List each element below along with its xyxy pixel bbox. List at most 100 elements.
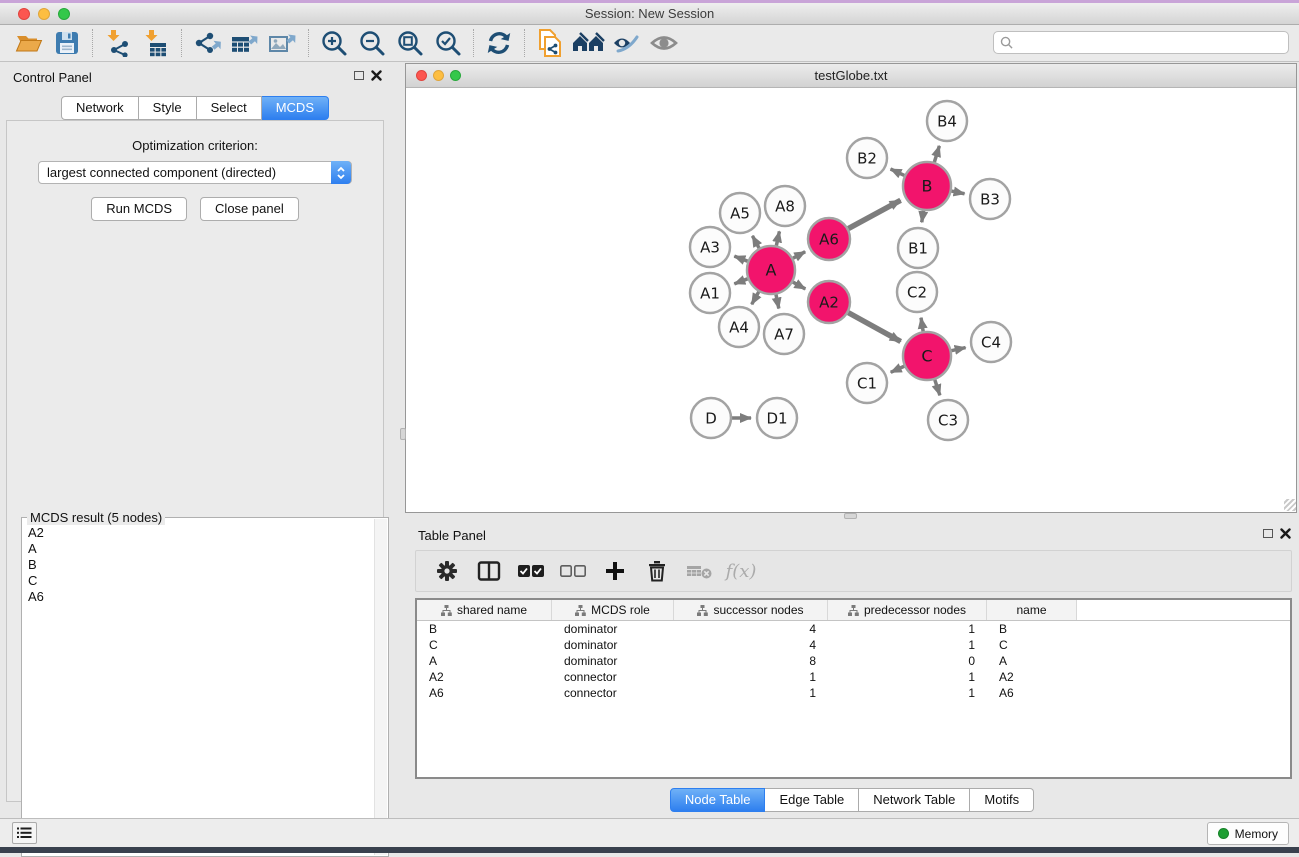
table-cell[interactable]: A6 [417,686,552,700]
node-A3[interactable]: A3 [690,227,730,267]
resize-grip[interactable] [1284,499,1296,511]
result-scrollbar[interactable] [374,519,387,855]
table-cell[interactable]: dominator [552,654,674,668]
table-cell[interactable]: 1 [674,670,828,684]
zoom-selected-icon[interactable] [429,27,467,59]
table-cell[interactable]: B [987,622,1077,636]
export-table-icon[interactable] [226,27,264,59]
node-D1[interactable]: D1 [757,398,797,438]
edge-C-C2[interactable] [921,318,923,332]
table-cell[interactable]: dominator [552,622,674,636]
table-cell[interactable]: A2 [987,670,1077,684]
tab-mcds[interactable]: MCDS [262,96,329,120]
tab-motifs[interactable]: Motifs [970,788,1034,812]
edge-C-C1[interactable] [891,366,904,372]
float-panel-icon[interactable] [354,71,364,80]
edge-B-B2[interactable] [891,169,905,175]
table-cell[interactable]: dominator [552,638,674,652]
edge-A-A7[interactable] [776,294,779,308]
node-B4[interactable]: B4 [927,101,967,141]
add-column-icon[interactable] [600,556,630,586]
tab-edge-table[interactable]: Edge Table [765,788,859,812]
network-canvas[interactable]: B4B2BB3A8A5A6A3B1AA1C2A2A4A7C4CC1DD1C3 [406,88,1296,511]
import-network-icon[interactable] [99,27,137,59]
float-table-panel-icon[interactable] [1263,529,1273,538]
table-cell[interactable]: connector [552,686,674,700]
result-item[interactable]: C [28,573,388,589]
column-header-predecessor-nodes[interactable]: predecessor nodes [828,600,987,620]
search-input[interactable] [1018,36,1288,50]
select-all-icon[interactable] [516,556,546,586]
edge-B-B1[interactable] [922,211,924,223]
first-neighbors-icon[interactable] [569,27,607,59]
column-header-shared-name[interactable]: shared name [417,600,552,620]
edge-A-A1[interactable] [734,279,747,284]
node-C3[interactable]: C3 [928,400,968,440]
edge-B-B4[interactable] [934,146,939,162]
table-cell[interactable]: connector [552,670,674,684]
edge-A-A6[interactable] [793,252,805,258]
deselect-all-icon[interactable] [558,556,588,586]
table-cell[interactable]: A2 [417,670,552,684]
optimization-criterion-select[interactable]: largest connected component (directed) [38,161,352,184]
node-C4[interactable]: C4 [971,322,1011,362]
node-table[interactable]: shared nameMCDS rolesuccessor nodesprede… [415,598,1292,779]
table-cell[interactable]: A [417,654,552,668]
memory-button[interactable]: Memory [1207,822,1289,845]
network-graph[interactable]: B4B2BB3A8A5A6A3B1AA1C2A2A4A7C4CC1DD1C3 [406,88,1296,511]
vertical-splitter-handle[interactable] [400,428,406,440]
node-C[interactable]: C [903,332,951,380]
table-cell[interactable]: 4 [674,622,828,636]
table-cell[interactable]: 8 [674,654,828,668]
export-image-icon[interactable] [264,27,302,59]
function-builder-icon[interactable]: f(x) [726,556,756,586]
table-row[interactable]: A6connector11A6 [417,685,1290,701]
table-cell[interactable]: 1 [828,638,987,652]
table-row[interactable]: Cdominator41C [417,637,1290,653]
edge-A-A3[interactable] [734,256,747,261]
tab-select[interactable]: Select [197,96,262,120]
table-cell[interactable]: 1 [674,686,828,700]
node-A[interactable]: A [747,246,795,294]
import-table-icon[interactable] [137,27,175,59]
zoom-out-icon[interactable] [353,27,391,59]
save-session-icon[interactable] [48,27,86,59]
zoom-in-icon[interactable] [315,27,353,59]
node-C1[interactable]: C1 [847,363,887,403]
result-item[interactable]: B [28,557,388,573]
delete-column-icon[interactable] [642,556,672,586]
close-panel-icon[interactable] [371,70,382,81]
column-header-name[interactable]: name [987,600,1077,620]
tab-node-table[interactable]: Node Table [670,788,766,812]
edge-A-A2[interactable] [793,282,805,289]
show-columns-icon[interactable] [474,556,504,586]
table-cell[interactable]: C [987,638,1077,652]
node-B[interactable]: B [903,162,951,210]
node-B2[interactable]: B2 [847,138,887,178]
result-item[interactable]: A6 [28,589,388,605]
delete-table-icon[interactable] [684,556,714,586]
table-cell[interactable]: 0 [828,654,987,668]
open-session-icon[interactable] [10,27,48,59]
node-A8[interactable]: A8 [765,186,805,226]
search-field[interactable] [993,31,1289,54]
clone-network-icon[interactable] [531,27,569,59]
result-item[interactable]: A [28,541,388,557]
task-history-button[interactable] [12,822,37,844]
node-B1[interactable]: B1 [898,228,938,268]
hide-selected-icon[interactable] [607,27,645,59]
tab-style[interactable]: Style [139,96,197,120]
node-D[interactable]: D [691,398,731,438]
table-cell[interactable]: 4 [674,638,828,652]
node-C2[interactable]: C2 [897,272,937,312]
export-network-icon[interactable] [188,27,226,59]
table-row[interactable]: A2connector11A2 [417,669,1290,685]
close-panel-button[interactable]: Close panel [200,197,299,221]
run-mcds-button[interactable]: Run MCDS [91,197,187,221]
edge-A2-C[interactable] [848,313,900,342]
table-cell[interactable]: B [417,622,552,636]
node-A5[interactable]: A5 [720,193,760,233]
table-row[interactable]: Bdominator41B [417,621,1290,637]
table-cell[interactable]: 1 [828,686,987,700]
edge-C-C3[interactable] [935,380,940,396]
